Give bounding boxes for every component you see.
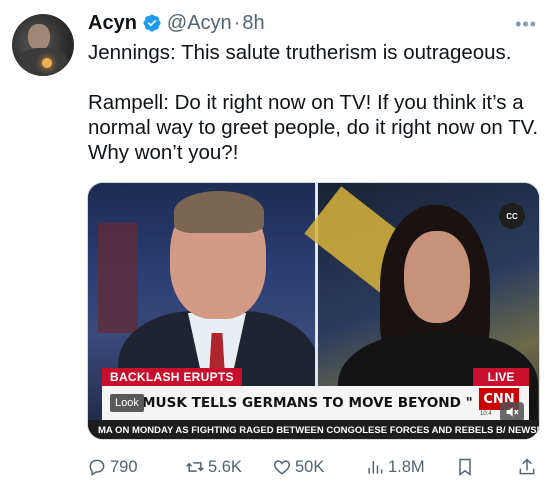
man-hair bbox=[174, 191, 264, 233]
speaker-muted-icon bbox=[506, 407, 519, 417]
video-player[interactable]: CC BACKLASH ERUPTS LIVE MUSK TELLS GERMA… bbox=[87, 182, 540, 440]
share-icon bbox=[519, 458, 535, 475]
author-name[interactable]: Acyn bbox=[88, 12, 137, 35]
bookmark-icon bbox=[459, 458, 471, 476]
tweet-header: Acyn @Acyn · 8h ••• bbox=[88, 10, 541, 36]
mute-button[interactable] bbox=[500, 402, 524, 422]
avatar-face bbox=[28, 24, 50, 50]
avatar[interactable] bbox=[12, 14, 74, 76]
captions-button[interactable]: CC bbox=[499, 203, 525, 229]
verified-badge-icon bbox=[143, 14, 161, 32]
repost-icon bbox=[186, 462, 204, 472]
reply-icon bbox=[89, 459, 105, 476]
reply-count: 790 bbox=[110, 457, 138, 476]
heart-icon bbox=[273, 460, 291, 475]
share-button[interactable] bbox=[517, 452, 540, 482]
post-time[interactable]: 8h bbox=[242, 12, 264, 35]
author-handle[interactable]: @Acyn bbox=[167, 12, 232, 35]
view-count: 1.8M bbox=[388, 457, 425, 476]
chyron-tag: BACKLASH ERUPTS bbox=[102, 368, 242, 386]
repost-count: 5.6K bbox=[208, 457, 242, 476]
tweet-text: Jennings: This salute trutherism is outr… bbox=[88, 40, 543, 165]
chyron-headline: MUSK TELLS GERMANS TO MOVE BEYOND "PAST … bbox=[102, 386, 539, 420]
background-stripe bbox=[98, 223, 138, 333]
live-tag: LIVE bbox=[473, 368, 529, 386]
tweet-line-1: Jennings: This salute trutherism is outr… bbox=[88, 41, 512, 64]
news-ticker: MA ON MONDAY AS FIGHTING RAGED BETWEEN C… bbox=[88, 420, 539, 439]
separator-dot: · bbox=[233, 11, 241, 34]
look-badge: Look bbox=[110, 394, 144, 412]
views-button[interactable]: 1.8M bbox=[365, 452, 425, 482]
bookmark-button[interactable] bbox=[455, 452, 478, 482]
reply-button[interactable]: 790 bbox=[87, 452, 138, 482]
like-button[interactable]: 50K bbox=[272, 452, 324, 482]
broadcast-clock: 10:4 bbox=[480, 411, 492, 417]
action-bar: 790 5.6K 50K 1.8M bbox=[87, 452, 543, 482]
like-count: 50K bbox=[295, 457, 325, 476]
tweet-line-2: Rampell: Do it right now on TV! If you t… bbox=[88, 91, 539, 164]
analytics-icon bbox=[368, 461, 383, 474]
repost-button[interactable]: 5.6K bbox=[185, 452, 242, 482]
more-icon[interactable]: ••• bbox=[515, 14, 537, 35]
avatar-light bbox=[42, 58, 52, 68]
woman-face bbox=[404, 231, 470, 323]
